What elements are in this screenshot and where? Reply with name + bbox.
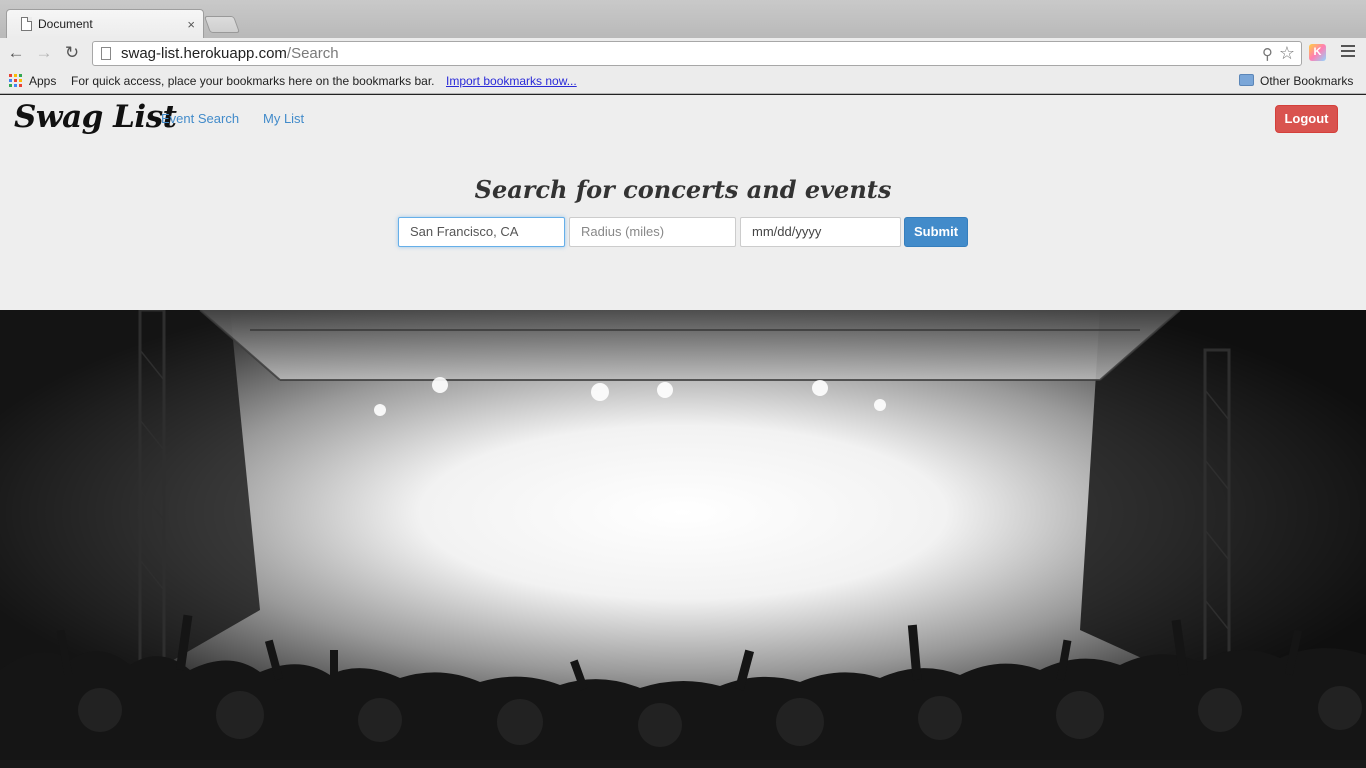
extension-icon[interactable]: K [1309, 44, 1326, 61]
radius-input[interactable]: Radius (miles) [569, 217, 736, 247]
tab-title: Document [38, 17, 93, 31]
forward-icon[interactable]: → [33, 42, 55, 64]
submit-button[interactable]: Submit [904, 217, 968, 247]
browser-tab-strip: Document × [0, 0, 1366, 38]
url-path: /Search [286, 45, 339, 62]
location-input[interactable]: San Francisco, CA [398, 217, 565, 247]
browser-tab[interactable]: Document × [6, 9, 204, 38]
page-header: Swag List Event Search My List Logout Se… [0, 95, 1366, 310]
search-title: Search for concerts and events [474, 175, 892, 204]
hero-concert-image [0, 310, 1366, 760]
star-icon[interactable]: ☆ [1279, 43, 1295, 64]
page-icon [101, 47, 111, 60]
reload-icon[interactable]: ↻ [61, 42, 83, 64]
apps-icon[interactable] [9, 74, 22, 87]
new-tab-button[interactable] [203, 16, 241, 33]
zoom-icon[interactable]: ⚲ [1262, 45, 1273, 63]
brand-logo[interactable]: Swag List [14, 99, 177, 135]
logout-button[interactable]: Logout [1275, 105, 1338, 133]
address-bar[interactable]: swag-list.herokuapp.com/Search ⚲ ☆ [92, 41, 1302, 66]
import-bookmarks-link[interactable]: Import bookmarks now... [446, 74, 577, 88]
back-icon[interactable]: ← [5, 42, 27, 64]
menu-icon[interactable] [1341, 45, 1355, 59]
date-input[interactable]: mm/dd/yyyy [740, 217, 901, 247]
document-icon [21, 17, 32, 31]
page-bottom-edge [0, 760, 1366, 768]
url-host: swag-list.herokuapp.com [121, 45, 287, 62]
apps-label[interactable]: Apps [29, 74, 56, 88]
other-bookmarks[interactable]: Other Bookmarks [1260, 74, 1353, 88]
nav-event-search[interactable]: Event Search [161, 111, 239, 126]
nav-my-list[interactable]: My List [263, 111, 304, 126]
bookmarks-bar: Apps For quick access, place your bookma… [0, 69, 1366, 94]
bookmarks-hint: For quick access, place your bookmarks h… [71, 74, 435, 88]
tab-close-icon[interactable]: × [187, 18, 195, 31]
folder-icon [1239, 74, 1254, 86]
browser-toolbar: ← → ↻ swag-list.herokuapp.com/Search ⚲ ☆… [0, 38, 1366, 69]
